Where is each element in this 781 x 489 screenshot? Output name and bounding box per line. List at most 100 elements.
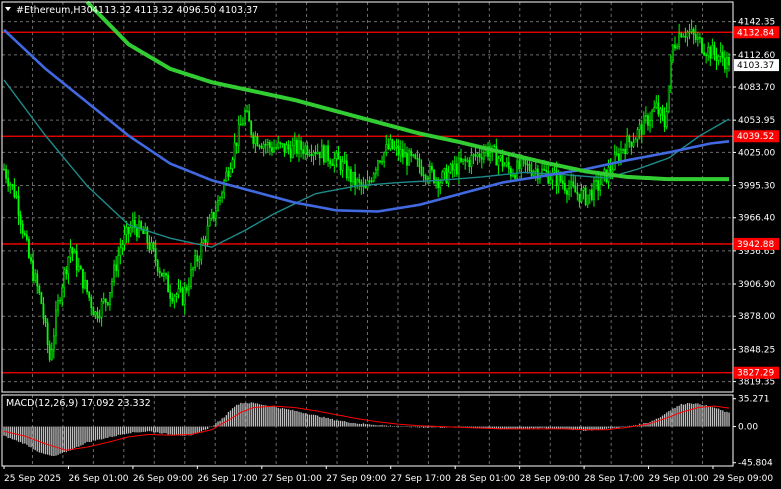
- macd-histogram-bar: [308, 414, 311, 427]
- macd-histogram-bar: [350, 422, 352, 427]
- macd-histogram-bar: [653, 420, 655, 427]
- macd-histogram-bar: [101, 426, 103, 440]
- macd-histogram-bar: [672, 408, 674, 427]
- candle-body: [358, 179, 361, 183]
- macd-histogram-bar: [271, 406, 273, 427]
- candle-body: [476, 153, 479, 157]
- candle-body: [593, 180, 595, 200]
- macd-histogram-bar: [595, 426, 597, 430]
- macd-histogram-bar: [206, 426, 209, 429]
- macd-histogram-bar: [155, 426, 157, 433]
- candle-body: [701, 37, 703, 53]
- candle-body: [79, 266, 82, 270]
- macd-histogram-bar: [497, 426, 500, 429]
- macd-histogram-bar: [342, 421, 344, 427]
- candle-body: [599, 184, 602, 191]
- candle-body: [42, 303, 45, 319]
- candle-body: [285, 144, 288, 153]
- macd-histogram-bar: [620, 426, 622, 428]
- candle-body: [88, 291, 91, 298]
- macd-histogram-bar: [715, 408, 718, 427]
- macd-histogram-bar: [177, 426, 180, 436]
- candle-body: [15, 195, 18, 198]
- macd-histogram-bar: [123, 426, 126, 435]
- macd-tick-label: -45.804: [738, 459, 773, 469]
- candle-body: [152, 242, 155, 249]
- candle-body: [115, 264, 118, 271]
- macd-histogram-bar: [369, 424, 371, 427]
- candle-body: [694, 34, 697, 40]
- macd-histogram-bar: [194, 426, 196, 434]
- macd-histogram-bar: [103, 426, 105, 439]
- candle-body: [586, 194, 589, 205]
- candle-body: [686, 31, 689, 38]
- candle-body: [431, 165, 433, 171]
- macd-histogram-bar: [260, 404, 263, 427]
- macd-histogram-bar: [425, 426, 427, 428]
- candle-body: [258, 145, 261, 148]
- macd-histogram-bar: [186, 426, 188, 436]
- macd-histogram-bar: [722, 410, 724, 427]
- candle-body: [647, 115, 649, 126]
- candle-body: [634, 139, 637, 143]
- candle-body: [426, 178, 429, 181]
- candle-body: [11, 184, 14, 186]
- candle-body: [472, 154, 475, 156]
- candle-body: [173, 296, 176, 302]
- candle-body: [416, 157, 419, 160]
- candle-body: [156, 260, 159, 272]
- macd-histogram-bar: [242, 403, 244, 427]
- candle-body: [590, 189, 593, 200]
- macd-histogram-bar: [402, 426, 404, 427]
- macd-histogram-bar: [609, 426, 612, 429]
- candle-body: [449, 164, 452, 173]
- macd-tick-label: 0.00: [738, 423, 758, 433]
- macd-histogram-bar: [531, 426, 533, 429]
- macd-histogram-bar: [227, 412, 230, 427]
- macd-histogram-bar: [364, 424, 367, 427]
- macd-histogram-bar: [28, 426, 30, 447]
- macd-histogram-bar: [161, 426, 163, 434]
- candle-body: [36, 273, 39, 287]
- macd-histogram-bar: [263, 405, 265, 427]
- macd-histogram-bar: [42, 426, 45, 454]
- macd-histogram-bar: [163, 426, 165, 434]
- macd-histogram-bar: [375, 425, 377, 427]
- candle-body: [534, 168, 537, 172]
- candle-body: [368, 180, 371, 183]
- candle-body: [52, 335, 55, 351]
- candle-body: [104, 298, 107, 303]
- macd-histogram-bar: [67, 426, 70, 451]
- candle-body: [676, 46, 678, 49]
- candle-body: [588, 189, 591, 196]
- candle-body: [422, 174, 425, 177]
- macd-histogram-bar: [136, 426, 138, 433]
- macd-histogram-bar: [356, 423, 358, 427]
- candle-body: [194, 255, 197, 269]
- candle-body: [256, 136, 259, 147]
- candle-body: [391, 139, 394, 149]
- macd-histogram-bar: [528, 426, 531, 429]
- macd-histogram-bar: [555, 426, 558, 429]
- candle-body: [557, 173, 560, 186]
- candle-body: [374, 169, 377, 175]
- candle-body: [661, 108, 664, 117]
- candle-body: [296, 140, 298, 154]
- candle-body: [7, 178, 10, 187]
- candle-body: [406, 152, 408, 166]
- candle-body: [439, 182, 442, 189]
- candle-body: [480, 156, 483, 160]
- candle-body: [331, 163, 334, 166]
- macd-histogram-bar: [267, 405, 269, 427]
- candle-body: [509, 168, 512, 177]
- candle-body: [572, 181, 575, 187]
- candle-body: [287, 144, 290, 150]
- price-tick-label: 3995.30: [738, 182, 775, 192]
- candle-body: [202, 239, 205, 244]
- time-tick-label: 26 Sep 17:00: [197, 474, 257, 484]
- candle-body: [636, 129, 639, 140]
- candle-body: [138, 221, 140, 237]
- candle-body: [665, 111, 668, 128]
- candle-body: [715, 54, 718, 62]
- candle-body: [620, 149, 622, 161]
